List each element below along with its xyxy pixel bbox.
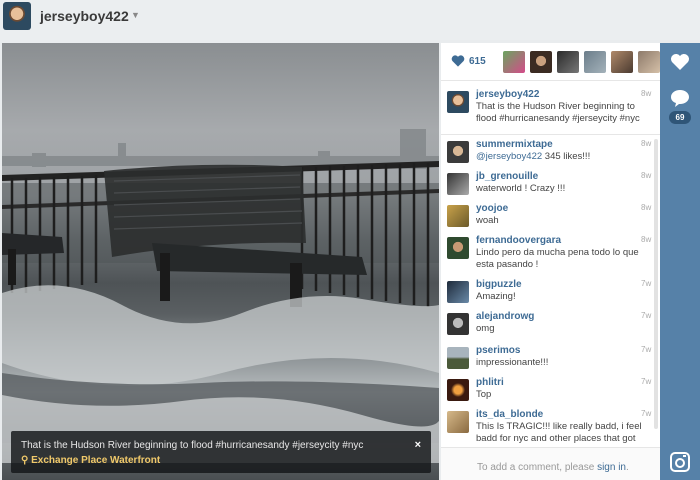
avatar[interactable] <box>447 205 469 227</box>
liker-avatar[interactable] <box>557 51 579 73</box>
comment-text: @jerseyboy422 345 likes!!! <box>476 151 648 163</box>
comment-username[interactable]: jb_grenouille <box>476 171 538 182</box>
comment-text: woah <box>476 215 499 226</box>
add-comment-text: To add a comment, please <box>477 462 598 473</box>
avatar[interactable] <box>447 411 469 433</box>
comments-count-badge: 69 <box>669 111 691 124</box>
comment-time: 8w <box>641 203 652 212</box>
avatar[interactable] <box>447 237 469 259</box>
likes-count[interactable]: 615 <box>469 56 486 67</box>
photo-scene <box>2 129 439 463</box>
comment-body: 345 likes!!! <box>542 151 591 162</box>
comment-text: That is the Hudson River beginning to fl… <box>476 101 640 124</box>
comment-text: This Is TRAGIC!!! like really badd, i fe… <box>476 421 642 444</box>
chevron-down-icon[interactable]: ▼ <box>131 10 140 20</box>
comment-text: Top <box>476 389 492 400</box>
heart-icon[interactable] <box>670 53 690 71</box>
comment-username[interactable]: phlitri <box>476 377 504 388</box>
avatar[interactable] <box>447 313 469 335</box>
comment-username[interactable]: its_da_blonde <box>476 409 543 420</box>
comment-text: Amazing! <box>476 291 516 302</box>
liker-avatar[interactable] <box>503 51 525 73</box>
caption-text: That is the Hudson River beginning to fl… <box>21 440 364 451</box>
author-comment: jerseyboy422 8w That is the Hudson River… <box>441 89 660 135</box>
comment-time: 7w <box>641 311 652 320</box>
comment-time: 8w <box>641 171 652 180</box>
liker-avatar[interactable] <box>530 51 552 73</box>
avatar[interactable] <box>447 141 469 163</box>
comment-text: Lindo pero da mucha pena todo lo que est… <box>476 247 639 270</box>
comments-list[interactable]: summermixtape 8w @jerseyboy422 345 likes… <box>441 135 660 447</box>
add-comment-bar: To add a comment, please sign in. <box>441 447 660 480</box>
avatar[interactable] <box>447 281 469 303</box>
camera-icon[interactable] <box>670 452 690 472</box>
comment-username[interactable]: jerseyboy422 <box>476 89 539 100</box>
comment-username[interactable]: pserimos <box>476 345 520 356</box>
comment-time: 7w <box>641 409 652 418</box>
add-comment-prompt: To add a comment, please sign in. <box>477 462 629 473</box>
top-bar: jerseyboy422 ▼ <box>0 0 700 40</box>
likes-row: 615 <box>441 43 660 81</box>
avatar[interactable] <box>447 173 469 195</box>
caption-overlay: That is the Hudson River beginning to fl… <box>11 431 431 473</box>
location-link[interactable]: ⚲ Exchange Place Waterfront <box>21 455 160 466</box>
comment-username[interactable]: alejandrowg <box>476 311 534 322</box>
avatar[interactable] <box>447 379 469 401</box>
location-label[interactable]: Exchange Place Waterfront <box>31 455 160 466</box>
comment-time: 7w <box>641 377 652 386</box>
liker-avatar[interactable] <box>611 51 633 73</box>
comment-username[interactable]: yoojoe <box>476 203 508 214</box>
mention-link[interactable]: @jerseyboy422 <box>476 151 542 162</box>
speech-bubble-icon[interactable] <box>670 89 690 107</box>
comment-username[interactable]: summermixtape <box>476 139 553 150</box>
add-comment-end: . <box>625 462 629 473</box>
sign-in-link[interactable]: sign in <box>597 462 626 473</box>
comment-username[interactable]: fernandoovergara <box>476 235 561 246</box>
heart-icon[interactable] <box>451 54 465 68</box>
comment-text: omg <box>476 323 495 334</box>
comment-username[interactable]: bigpuzzle <box>476 279 522 290</box>
user-avatar[interactable] <box>3 2 31 30</box>
comment-time: 7w <box>641 279 652 288</box>
action-bar: 69 <box>660 43 700 480</box>
avatar[interactable] <box>447 91 469 113</box>
liker-avatar[interactable] <box>584 51 606 73</box>
liker-avatar[interactable] <box>638 51 660 73</box>
comment-text: waterworld ! Crazy !!! <box>476 183 566 194</box>
username-label[interactable]: jerseyboy422 <box>40 8 129 24</box>
comment-text: impressionante!!! <box>476 357 549 368</box>
post-photo[interactable]: That is the Hudson River beginning to fl… <box>2 43 439 480</box>
comment-time: 8w <box>641 139 652 148</box>
comment-time: 8w <box>641 89 652 98</box>
comment-time: 8w <box>641 235 652 244</box>
comments-panel: 615 jerseyboy422 8w That is the Hudson R… <box>441 43 660 480</box>
avatar[interactable] <box>447 347 469 369</box>
comment-time: 7w <box>641 345 652 354</box>
close-caption-button[interactable]: × <box>415 439 421 451</box>
comments-scrollbar[interactable] <box>654 139 658 429</box>
